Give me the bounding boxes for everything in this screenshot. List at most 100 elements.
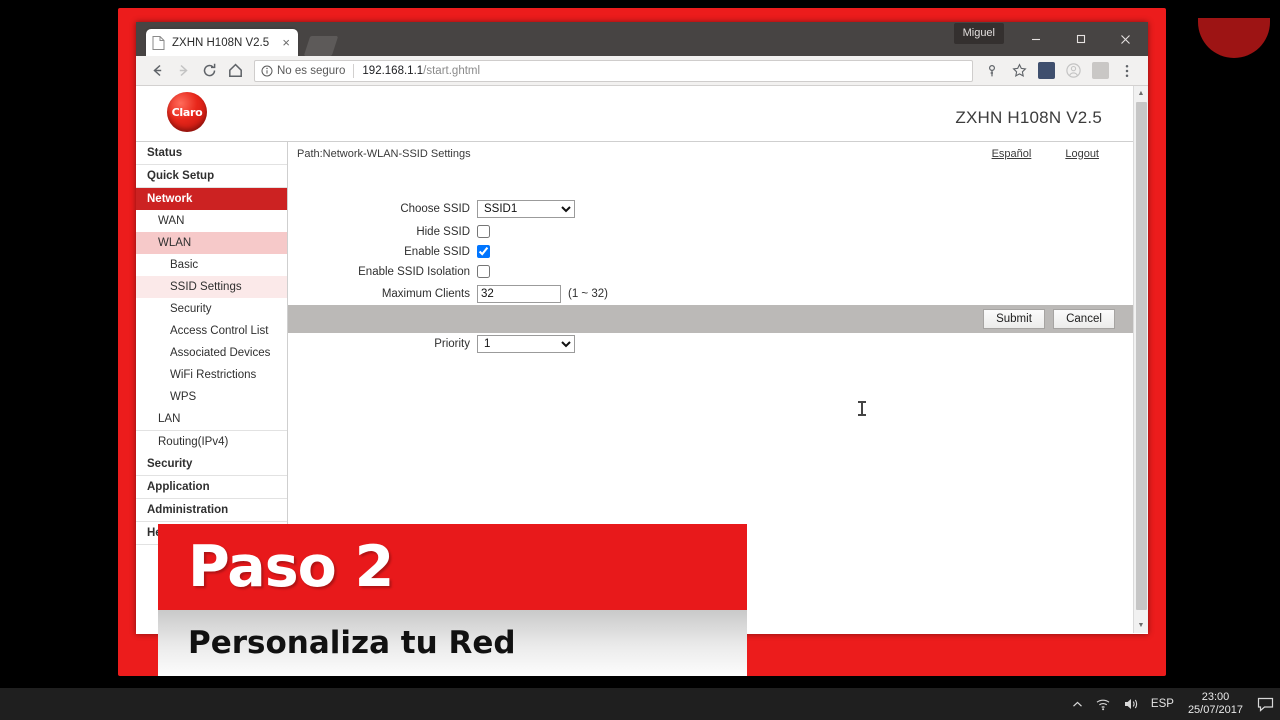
close-icon [1121,34,1130,44]
clock[interactable]: 23:00 25/07/2017 [1185,691,1246,717]
forward-button[interactable] [170,58,196,84]
overlay-step-title: Paso 2 [188,534,394,600]
tab-title: ZXHN H108N V2.5 [172,36,270,49]
network-button[interactable] [1095,697,1112,711]
security-label: No es seguro [277,64,346,77]
decorative-arc [1198,18,1270,58]
volume-icon [1124,699,1138,709]
tab-close-icon[interactable]: × [280,36,292,49]
hide-ssid-label: Hide SSID [416,225,470,238]
field-enable-ssid: Enable SSID [288,245,1133,258]
enable-ssid-isolation-label: Enable SSID Isolation [358,265,470,278]
enable-ssid-label: Enable SSID [404,245,470,258]
minimize-icon [1031,38,1040,41]
choose-ssid-select[interactable]: SSID1 [477,200,575,218]
window-minimize-button[interactable] [1013,22,1058,56]
volume-button[interactable] [1123,697,1140,711]
sidebar-item-status[interactable]: Status [136,142,287,165]
action-center-button[interactable] [1257,697,1274,712]
extension-button-2[interactable] [1087,58,1113,84]
field-maximum-clients: Maximum Clients (1 ~ 32) [288,285,1133,303]
reload-icon [203,63,215,77]
claro-logo-text: Claro [171,105,203,119]
star-icon [1011,63,1027,77]
clock-time: 23:00 [1201,691,1230,703]
sidebar-item-quick-setup[interactable]: Quick Setup [136,165,287,188]
omnibox-divider [353,63,355,78]
sidebar-item-application[interactable]: Application [136,476,287,499]
info-circle-icon [261,65,273,76]
sidebar-item-routing-ipv4[interactable]: Routing(IPv4) [136,430,287,453]
scrollbar-thumb[interactable] [1136,102,1147,610]
priority-select[interactable]: 1 [477,335,575,353]
arrow-right-icon [179,64,188,77]
clock-date: 25/07/2017 [1187,704,1243,716]
language-indicator[interactable]: ESP [1151,698,1174,710]
cancel-button[interactable]: Cancel [1053,309,1115,329]
field-priority: Priority 1 [288,335,1133,353]
enable-ssid-isolation-checkbox[interactable] [477,265,490,278]
breadcrumb: Path:Network-WLAN-SSID Settings Español … [288,142,1133,166]
claro-logo: Claro [167,92,207,132]
sidebar-item-wps[interactable]: WPS [136,386,287,408]
shield-extension-icon [1091,62,1109,79]
address-bar[interactable]: No es seguro 192.168.1.1/start.ghtml [254,59,973,82]
browser-titlebar: ZXHN H108N V2.5 × Miguel [136,22,1148,56]
show-hidden-icons-button[interactable] [1071,698,1084,711]
wifi-icon [1096,699,1110,711]
sidebar-item-basic[interactable]: Basic [136,254,287,276]
browser-menu-button[interactable] [1114,58,1140,84]
window-close-button[interactable] [1103,22,1148,56]
home-button[interactable] [222,58,248,84]
profile-chip[interactable]: Miguel [953,23,1004,44]
hide-ssid-checkbox[interactable] [477,225,490,238]
back-button[interactable] [144,58,170,84]
router-body: Status Quick Setup Network WAN WLAN Basi… [136,141,1133,545]
arrow-left-icon [152,64,161,77]
maximum-clients-hint: (1 ~ 32) [568,288,608,300]
toolbar-actions [979,58,1140,84]
logout-link[interactable]: Logout [1065,148,1099,160]
sidebar-item-associated-devices[interactable]: Associated Devices [136,342,287,364]
field-enable-ssid-isolation: Enable SSID Isolation [288,265,1133,278]
window-maximize-button[interactable] [1058,22,1103,56]
maximum-clients-label: Maximum Clients [381,288,470,300]
bookmark-button[interactable] [1006,58,1032,84]
sidebar-item-wifi-restrictions[interactable]: WiFi Restrictions [136,364,287,386]
sidebar-item-security[interactable]: Security [136,453,287,476]
url-host: 192.168.1.1 [362,64,424,77]
page-scrollbar[interactable]: ▲ ▼ [1133,86,1148,633]
breadcrumb-path: Path:Network-WLAN-SSID Settings [297,147,471,160]
windows-taskbar: ESP 23:00 25/07/2017 [0,688,1280,720]
password-key-button[interactable] [979,58,1005,84]
security-status[interactable]: No es seguro [261,65,345,77]
maximum-clients-input[interactable] [477,285,561,303]
choose-ssid-label: Choose SSID [400,203,470,215]
submit-button[interactable]: Submit [983,309,1045,329]
enable-ssid-checkbox[interactable] [477,245,490,258]
profile-button[interactable] [1060,58,1086,84]
sidebar-item-lan[interactable]: LAN [136,408,287,430]
browser-tab[interactable]: ZXHN H108N V2.5 × [146,29,298,56]
scroll-up-arrow-icon[interactable]: ▲ [1134,86,1148,101]
sidebar-item-wan[interactable]: WAN [136,210,287,232]
page-icon [152,35,165,50]
profile-icon [1065,63,1081,78]
browser-navbar: No es seguro 192.168.1.1/start.ghtml [136,56,1148,86]
sidebar-item-network[interactable]: Network [136,188,287,210]
scroll-down-arrow-icon[interactable]: ▼ [1134,618,1148,633]
extension-button-1[interactable] [1033,58,1059,84]
text-cursor [858,401,866,416]
router-model-title: ZXHN H108N V2.5 [955,108,1102,127]
sidebar-item-wlan[interactable]: WLAN [136,232,287,254]
new-tab-button[interactable] [303,36,339,56]
reload-button[interactable] [196,58,222,84]
field-hide-ssid: Hide SSID [288,225,1133,238]
overlay-subtitle-banner: Personaliza tu Red [158,610,747,676]
sidebar-item-security-wlan[interactable]: Security [136,298,287,320]
language-link[interactable]: Español [992,148,1032,160]
sidebar-item-ssid-settings[interactable]: SSID Settings [136,276,287,298]
sidebar-item-access-control-list[interactable]: Access Control List [136,320,287,342]
sidebar-item-administration[interactable]: Administration [136,499,287,522]
maximize-icon [1076,34,1085,44]
